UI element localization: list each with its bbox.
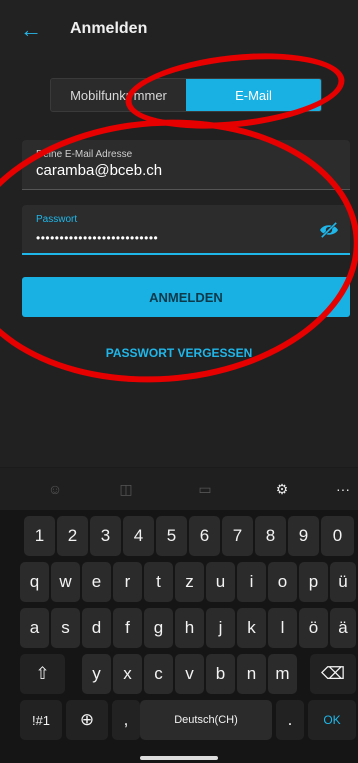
password-label: Passwort bbox=[36, 214, 78, 225]
key-z[interactable]: z bbox=[175, 562, 204, 602]
ok-button[interactable]: OK bbox=[308, 700, 356, 740]
key-9[interactable]: 9 bbox=[288, 516, 319, 556]
email-field[interactable]: Deine E-Mail Adresse caramba@bceb.ch bbox=[22, 140, 350, 190]
more-icon[interactable]: ··· bbox=[334, 480, 352, 498]
key-l[interactable]: l bbox=[268, 608, 297, 648]
arrow-left-icon[interactable]: ← bbox=[20, 19, 42, 41]
key-r[interactable]: r bbox=[113, 562, 142, 602]
login-method-toggle: Mobilfunkr mmer E-Mail bbox=[50, 78, 322, 112]
settings-icon[interactable]: ⚙ bbox=[273, 480, 291, 498]
app-screen: ← Anmelden Mobilfunkr mmer E-Mail Deine … bbox=[0, 0, 358, 467]
key-8[interactable]: 8 bbox=[255, 516, 286, 556]
key-5[interactable]: 5 bbox=[156, 516, 187, 556]
key-period[interactable]: . bbox=[276, 700, 304, 740]
home-indicator bbox=[140, 756, 218, 760]
key-k[interactable]: k bbox=[237, 608, 266, 648]
gif-icon[interactable]: ▭ bbox=[196, 480, 214, 498]
key-e[interactable]: e bbox=[82, 562, 111, 602]
key-s[interactable]: s bbox=[51, 608, 80, 648]
forgot-password-link[interactable]: PASSWORT VERGESSEN bbox=[0, 346, 358, 360]
key-ue[interactable]: ü bbox=[330, 562, 356, 602]
keyboard-row-3: a s d f g h j k l ö ä bbox=[0, 608, 358, 648]
password-value: •••••••••••••••••••••••••• bbox=[36, 231, 159, 245]
keyboard-row-numbers: 1 2 3 4 5 6 7 8 9 0 bbox=[0, 516, 358, 556]
email-label: Deine E-Mail Adresse bbox=[36, 149, 133, 160]
key-o[interactable]: o bbox=[268, 562, 297, 602]
symbols-key[interactable]: !#1 bbox=[20, 700, 62, 740]
key-x[interactable]: x bbox=[113, 654, 142, 694]
space-key[interactable]: Deutsch(CH) bbox=[140, 700, 272, 740]
password-field[interactable]: Passwort •••••••••••••••••••••••••• bbox=[22, 205, 350, 255]
shift-icon[interactable]: ⇧ bbox=[20, 654, 65, 694]
backspace-icon[interactable]: ⌫ bbox=[310, 654, 356, 694]
key-q[interactable]: q bbox=[20, 562, 49, 602]
key-u[interactable]: u bbox=[206, 562, 235, 602]
key-6[interactable]: 6 bbox=[189, 516, 220, 556]
key-j[interactable]: j bbox=[206, 608, 235, 648]
key-2[interactable]: 2 bbox=[57, 516, 88, 556]
key-comma[interactable]: , bbox=[112, 700, 140, 740]
key-f[interactable]: f bbox=[113, 608, 142, 648]
key-g[interactable]: g bbox=[144, 608, 173, 648]
keyboard-row-2: q w e r t z u i o p ü bbox=[0, 562, 358, 602]
keyboard-row-bottom: !#1 ⊕ , Deutsch(CH) . OK bbox=[0, 700, 358, 740]
eye-off-icon[interactable] bbox=[318, 221, 340, 239]
key-0[interactable]: 0 bbox=[321, 516, 354, 556]
key-7[interactable]: 7 bbox=[222, 516, 253, 556]
key-a[interactable]: a bbox=[20, 608, 49, 648]
key-oe[interactable]: ö bbox=[299, 608, 328, 648]
key-1[interactable]: 1 bbox=[24, 516, 55, 556]
keyboard-toolbar: ☺ ◫ ▭ ⚙ ··· bbox=[0, 468, 358, 510]
key-c[interactable]: c bbox=[144, 654, 173, 694]
globe-icon[interactable]: ⊕ bbox=[66, 700, 108, 740]
key-n[interactable]: n bbox=[237, 654, 266, 694]
key-t[interactable]: t bbox=[144, 562, 173, 602]
key-w[interactable]: w bbox=[51, 562, 80, 602]
email-value: caramba@bceb.ch bbox=[36, 162, 163, 179]
key-ae[interactable]: ä bbox=[330, 608, 356, 648]
sticker-icon[interactable]: ◫ bbox=[117, 480, 135, 498]
key-y[interactable]: y bbox=[82, 654, 111, 694]
key-d[interactable]: d bbox=[82, 608, 111, 648]
key-m[interactable]: m bbox=[268, 654, 297, 694]
key-i[interactable]: i bbox=[237, 562, 266, 602]
key-p[interactable]: p bbox=[299, 562, 328, 602]
keyboard-row-4: ⇧ y x c v b n m ⌫ bbox=[0, 654, 358, 694]
login-button[interactable]: ANMELDEN bbox=[22, 277, 350, 317]
emoji-icon[interactable]: ☺ bbox=[46, 480, 64, 498]
key-4[interactable]: 4 bbox=[123, 516, 154, 556]
key-v[interactable]: v bbox=[175, 654, 204, 694]
key-h[interactable]: h bbox=[175, 608, 204, 648]
top-bar: ← Anmelden bbox=[0, 0, 358, 60]
page-title: Anmelden bbox=[70, 20, 148, 37]
keyboard: ☺ ◫ ▭ ⚙ ··· 1 2 3 4 5 6 7 8 9 0 q w e r … bbox=[0, 468, 358, 763]
tab-email[interactable]: E-Mail bbox=[186, 79, 321, 111]
tab-mobile-number[interactable]: Mobilfunkr mmer bbox=[51, 79, 186, 111]
key-b[interactable]: b bbox=[206, 654, 235, 694]
key-3[interactable]: 3 bbox=[90, 516, 121, 556]
